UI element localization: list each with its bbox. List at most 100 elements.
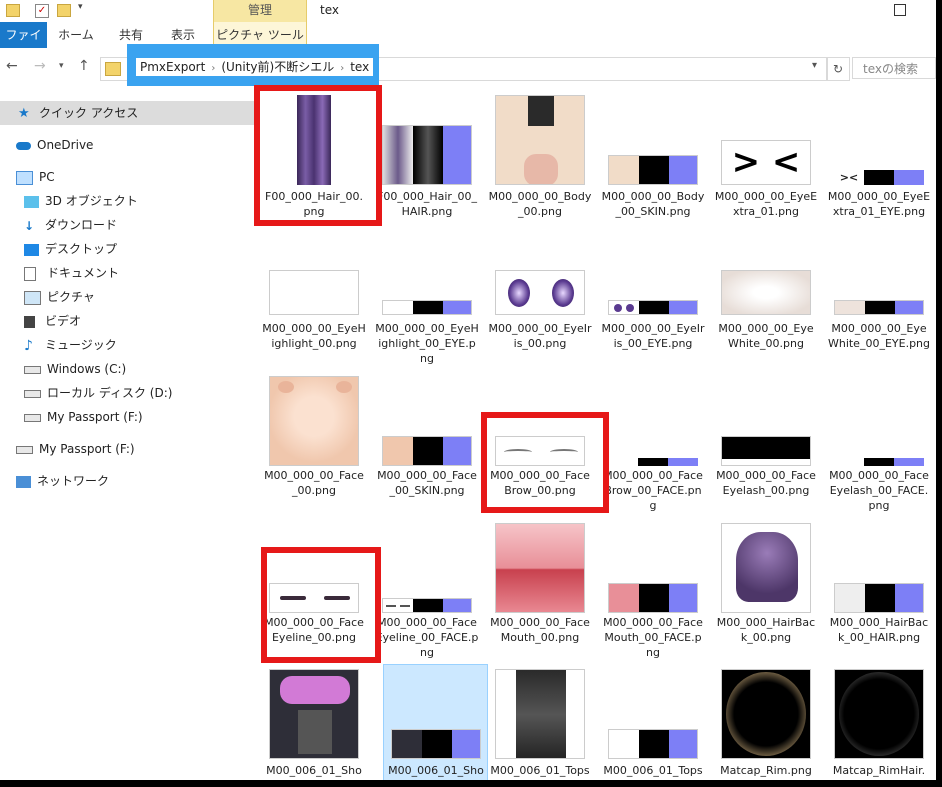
file-name: M00_000_00_Body_00_SKIN.png <box>601 190 705 218</box>
sidebar-item-label: My Passport (F:) <box>47 410 143 424</box>
file-item[interactable]: M00_000_00_EyeWhite_00.png <box>714 238 818 383</box>
thumbnail <box>834 458 924 466</box>
breadcrumb-tex[interactable]: tex <box>350 60 369 74</box>
tab-home[interactable]: ホーム <box>55 22 97 48</box>
sidebar-item-my-passport-f-root[interactable]: My Passport (F:) <box>0 437 135 461</box>
window-title: tex <box>320 3 339 17</box>
sidebar-item-downloads[interactable]: ↓ ダウンロード <box>0 213 117 237</box>
sidebar-item-label: 3D オブジェクト <box>45 194 138 208</box>
file-item[interactable]: M00_006_01_Sho <box>262 665 366 780</box>
sidebar-item-label: ドキュメント <box>47 266 120 280</box>
thumbnail <box>269 270 359 315</box>
file-item[interactable]: M00_000_00_FaceEyelash_00_FACE.png <box>827 372 931 517</box>
file-item[interactable]: M00_000_00_EyeIris_00.png <box>488 238 592 383</box>
thumbnail <box>382 436 472 466</box>
sidebar-item-local-disk-d[interactable]: ローカル ディスク (D:) <box>0 381 172 405</box>
sidebar-item-my-passport-f[interactable]: My Passport (F:) <box>0 405 143 429</box>
file-item[interactable]: M00_000_00_Body_00.png <box>488 91 592 236</box>
file-name: M00_000_00_EyeWhite_00.png <box>718 322 814 350</box>
sidebar-item-desktop[interactable]: デスクトップ <box>0 237 117 261</box>
sidebar-item-pc[interactable]: PC <box>0 165 55 189</box>
drive-icon <box>24 365 41 374</box>
chevron-right-icon[interactable]: › <box>211 63 215 74</box>
file-item[interactable]: M00_000_HairBack_00.png <box>714 519 818 664</box>
file-item[interactable]: M00_000_00_EyeWhite_00_EYE.png <box>827 238 931 383</box>
file-item[interactable]: M00_006_01_Tops <box>601 665 705 780</box>
file-item[interactable]: M00_000_00_EyeIris_00_EYE.png <box>601 238 705 383</box>
sidebar-item-pictures[interactable]: ピクチャ <box>0 285 95 309</box>
file-item[interactable]: M00_000_00_Face_00_SKIN.png <box>375 372 479 517</box>
file-item[interactable]: >< M00_000_00_EyeExtra_01_EYE.png <box>827 91 931 236</box>
file-item-selected[interactable]: M00_006_01_Sho <box>383 664 488 780</box>
thumbnail <box>495 669 585 759</box>
file-item[interactable]: Matcap_RimHair. <box>827 665 931 780</box>
sidebar-item-label: ビデオ <box>45 314 82 328</box>
folder-icon <box>105 62 121 76</box>
picture-icon <box>24 290 41 305</box>
file-name: M00_000_00_Body_00.png <box>488 190 592 218</box>
breadcrumb-pmxexport[interactable]: PmxExport <box>140 60 205 74</box>
file-name: M00_000_00_Face_00.png <box>264 469 364 497</box>
file-name: M00_000_00_Face_00_SKIN.png <box>377 469 477 497</box>
sidebar-item-onedrive[interactable]: OneDrive <box>0 133 93 157</box>
sidebar-item-videos[interactable]: ビデオ <box>0 309 81 333</box>
thumbnail <box>834 669 924 759</box>
recent-dropdown-icon[interactable]: ▾ <box>59 61 64 71</box>
file-item[interactable]: M00_000_00_FaceEyelash_00.png <box>714 372 818 517</box>
file-item[interactable]: > < M00_000_00_EyeExtra_01.png <box>714 91 818 236</box>
forward-arrow-icon[interactable]: → <box>34 58 46 74</box>
file-item[interactable]: Matcap_Rim.png <box>714 665 818 780</box>
back-arrow-icon[interactable]: ← <box>6 58 18 74</box>
new-folder-icon[interactable] <box>57 4 71 17</box>
sidebar-item-documents[interactable]: ドキュメント <box>0 261 119 285</box>
sidebar-item-label: ネットワーク <box>37 474 110 488</box>
maximize-icon[interactable] <box>894 4 906 16</box>
chevron-right-icon[interactable]: › <box>340 63 344 74</box>
file-item[interactable]: M00_006_01_Tops <box>488 665 592 780</box>
file-item[interactable]: M00_000_00_FaceEyeline_00_FACE.png <box>375 519 479 664</box>
file-item[interactable]: M00_000_00_FaceBrow_00_FACE.png <box>601 372 705 517</box>
file-item[interactable]: M00_000_HairBack_00_HAIR.png <box>827 519 931 664</box>
file-name: M00_006_01_Tops <box>490 764 590 777</box>
thumbnail <box>391 729 481 759</box>
thumbnail <box>721 669 811 759</box>
refresh-icon[interactable]: ↻ <box>826 57 850 81</box>
thumbnail <box>495 95 585 185</box>
file-item[interactable]: M00_000_00_FaceMouth_00_FACE.png <box>601 519 705 664</box>
qa-dropdown-icon[interactable]: ▾ <box>78 2 83 12</box>
sidebar-item-3d-objects[interactable]: 3D オブジェクト <box>0 189 138 213</box>
thumbnail <box>382 300 472 315</box>
highlight-box <box>254 85 382 226</box>
folder-icon[interactable] <box>6 4 20 17</box>
address-dropdown-icon[interactable]: ▾ <box>812 60 817 71</box>
tab-file[interactable]: ファイル <box>0 22 47 68</box>
thumbnail <box>269 376 359 466</box>
file-name: M00_000_00_FaceEyelash_00_FACE.png <box>829 469 929 512</box>
file-item[interactable]: M00_000_00_Face_00.png <box>262 372 366 517</box>
file-item[interactable]: M00_000_00_FaceMouth_00.png <box>488 519 592 664</box>
thumbnail <box>721 436 811 466</box>
checkbox-icon[interactable]: ✓ <box>35 4 49 18</box>
up-arrow-icon[interactable]: ↑ <box>78 58 90 74</box>
sidebar-item-music[interactable]: ♪ ミュージック <box>0 333 117 357</box>
thumbnail <box>608 155 698 185</box>
thumbnail <box>269 669 359 759</box>
sidebar-item-network[interactable]: ネットワーク <box>0 469 109 493</box>
file-item[interactable]: M00_000_00_EyeHighlight_00.png <box>262 238 366 383</box>
sidebar-item-quick-access[interactable]: ★ クイック アクセス <box>0 101 270 125</box>
highlight-box <box>481 412 609 513</box>
file-item[interactable]: F00_000_Hair_00_HAIR.png <box>375 91 479 236</box>
file-item[interactable]: M00_000_00_EyeHighlight_00_EYE.png <box>375 238 479 383</box>
file-name: M00_000_00_FaceEyeline_00_FACE.png <box>375 616 479 659</box>
sidebar-item-label: クイック アクセス <box>39 106 139 120</box>
breadcrumb-project[interactable]: (Unity前)不断シエル <box>221 60 334 74</box>
file-name: M00_000_00_EyeExtra_01_EYE.png <box>827 190 931 218</box>
search-input[interactable]: texの検索 <box>852 57 936 79</box>
cloud-icon <box>16 141 31 150</box>
sidebar-item-label: ダウンロード <box>45 218 118 232</box>
sidebar-item-windows-c[interactable]: Windows (C:) <box>0 357 126 381</box>
title-bar: ✓ ▾ 管理 tex <box>0 0 936 22</box>
file-item[interactable]: M00_000_00_Body_00_SKIN.png <box>601 91 705 236</box>
thumbnail: > < <box>721 140 811 185</box>
file-name: M00_000_00_FaceMouth_00_FACE.png <box>603 616 703 659</box>
